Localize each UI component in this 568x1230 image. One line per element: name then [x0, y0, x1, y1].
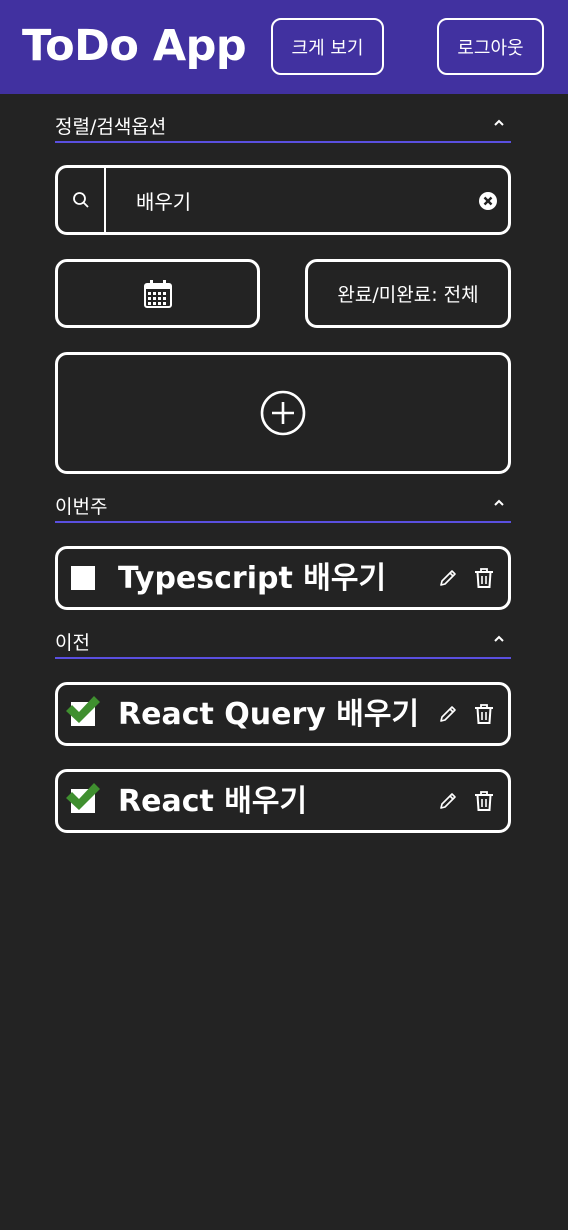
- app-header: ToDo App 크게 보기 로그아웃: [0, 0, 568, 94]
- todo-item: React Query 배우기: [55, 682, 511, 746]
- calendar-icon: [143, 279, 172, 308]
- previous-section-title: 이전: [55, 632, 90, 654]
- this-week-section-header[interactable]: 이번주: [55, 495, 511, 523]
- todo-item: React 배우기: [55, 769, 511, 833]
- this-week-section-title: 이번주: [55, 496, 108, 518]
- previous-section-header[interactable]: 이전: [55, 631, 511, 659]
- pencil-icon[interactable]: [438, 704, 458, 724]
- app-title: ToDo App: [22, 21, 247, 71]
- trash-icon[interactable]: [474, 703, 494, 725]
- todo-text: React 배우기: [118, 784, 308, 819]
- search-input[interactable]: [136, 182, 466, 218]
- pencil-icon[interactable]: [438, 791, 458, 811]
- logout-button[interactable]: 로그아웃: [437, 18, 544, 75]
- search-icon: [73, 192, 89, 208]
- trash-icon[interactable]: [474, 790, 494, 812]
- pencil-icon[interactable]: [438, 568, 458, 588]
- add-todo-button[interactable]: [55, 352, 511, 474]
- chevron-up-icon[interactable]: [493, 633, 505, 645]
- checked-checkbox-icon[interactable]: [66, 696, 100, 727]
- options-section-header[interactable]: 정렬/검색옵션: [55, 115, 511, 143]
- plus-circle-icon: [260, 390, 306, 436]
- chevron-up-icon[interactable]: [493, 497, 505, 509]
- completion-filter-label: 완료/미완료: 전체: [337, 284, 479, 306]
- todo-item: Typescript 배우기: [55, 546, 511, 610]
- chevron-up-icon[interactable]: [493, 117, 505, 129]
- options-section-title: 정렬/검색옵션: [55, 116, 167, 138]
- zoom-view-button[interactable]: 크게 보기: [271, 18, 384, 75]
- todo-text: Typescript 배우기: [118, 561, 387, 596]
- checked-checkbox-icon[interactable]: [66, 783, 100, 814]
- search-divider: [104, 168, 106, 232]
- unchecked-checkbox-icon[interactable]: [70, 565, 96, 591]
- completion-filter-button[interactable]: 완료/미완료: 전체: [305, 259, 511, 328]
- clear-icon[interactable]: [478, 191, 498, 211]
- todo-text: React Query 배우기: [118, 697, 420, 732]
- search-box: [55, 165, 511, 235]
- trash-icon[interactable]: [474, 567, 494, 589]
- date-filter-button[interactable]: [55, 259, 260, 328]
